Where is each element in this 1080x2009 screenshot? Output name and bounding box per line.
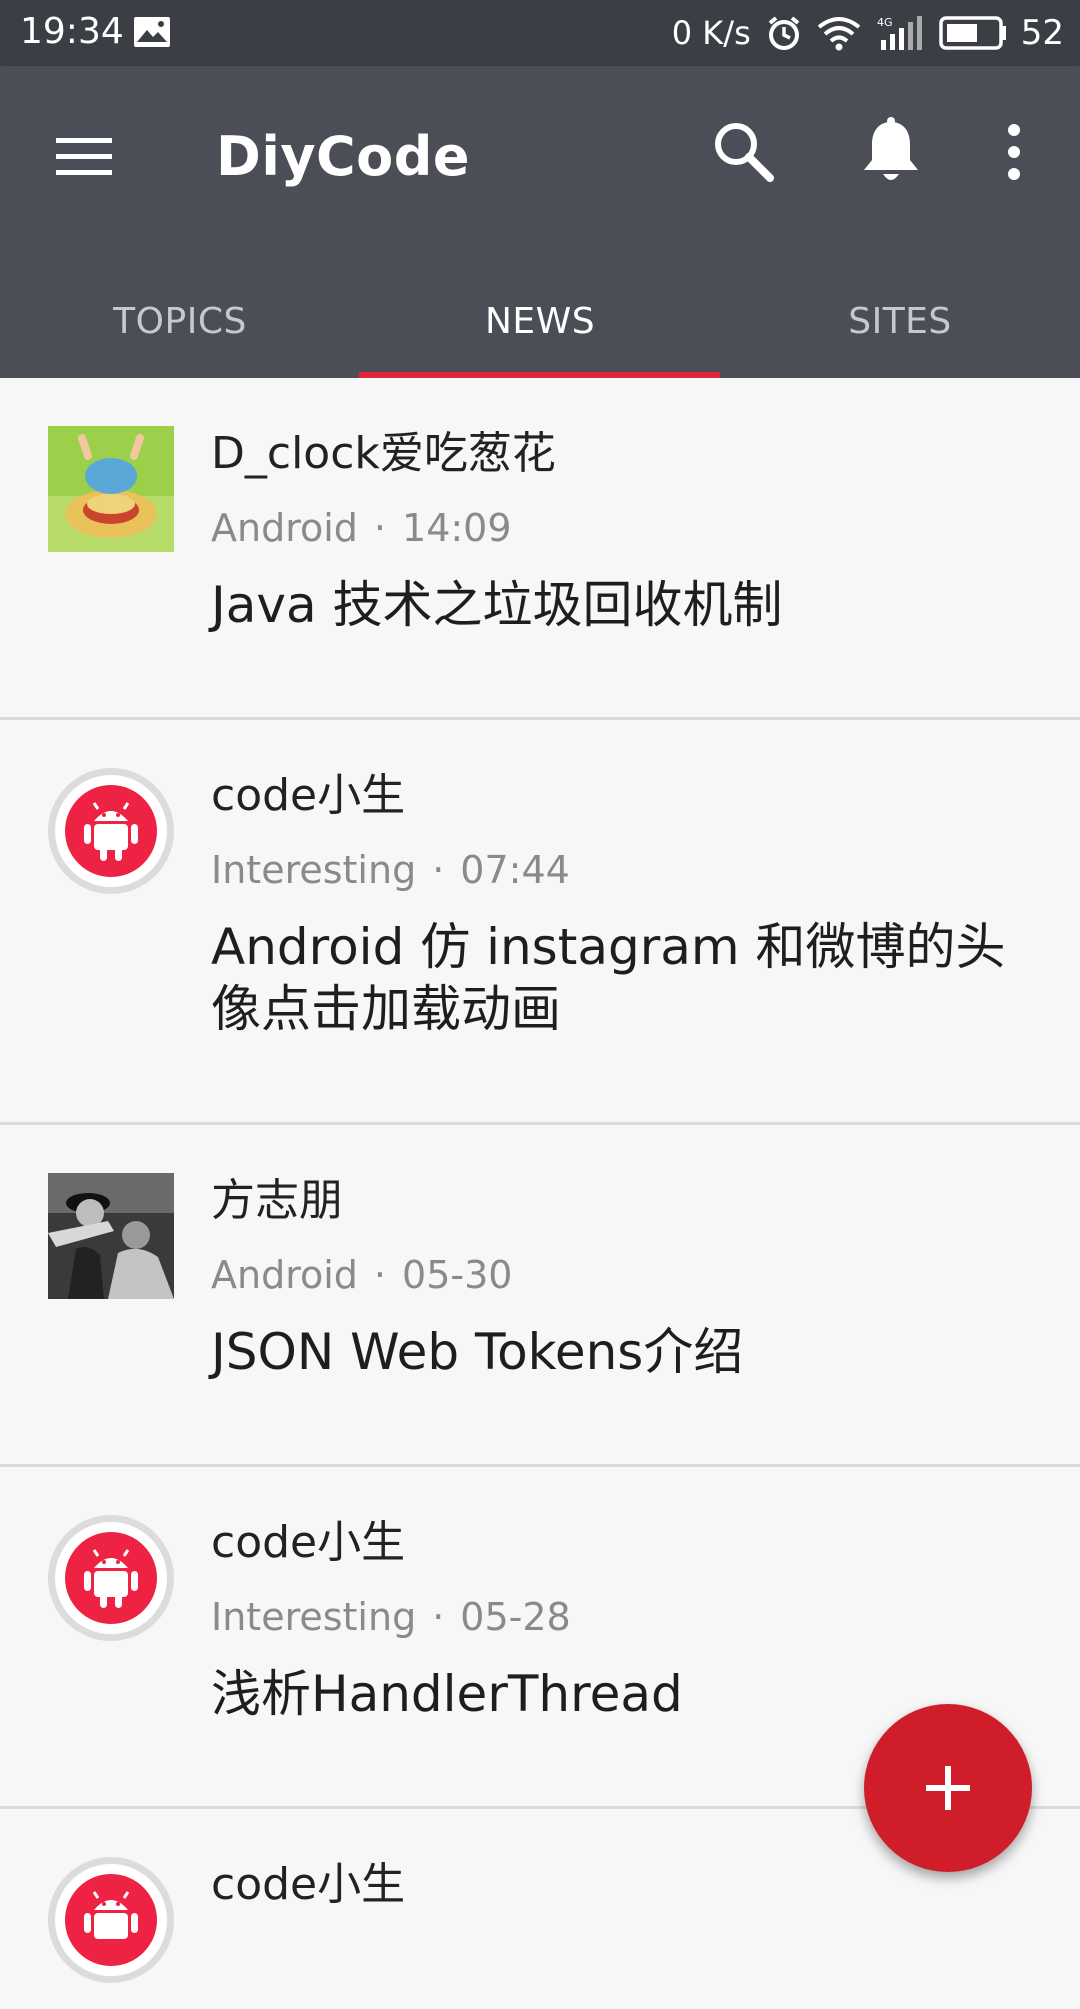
- list-item[interactable]: code小生 Interesting · 07:44 Android 仿 insta…: [0, 720, 1080, 1125]
- avatar[interactable]: [48, 768, 174, 894]
- tab-sites[interactable]: SITES: [720, 266, 1080, 378]
- news-meta: Interesting · 05-28: [211, 1593, 1040, 1641]
- separator-dot: ·: [432, 848, 445, 892]
- signal-4g-icon: 4G: [877, 16, 922, 50]
- node-label[interactable]: Android: [211, 506, 358, 550]
- svg-text:4G: 4G: [877, 16, 893, 29]
- network-speed: 0 K/s: [671, 14, 751, 52]
- add-icon: [926, 1766, 970, 1810]
- news-content: D_clock爱吃葱花 Android · 14:09 Java 技术之垃圾回收机制: [211, 378, 1080, 684]
- author-name[interactable]: 方志朋: [211, 1173, 1040, 1229]
- tab-news[interactable]: NEWS: [360, 266, 720, 378]
- separator-dot: ·: [373, 1253, 387, 1297]
- news-meta: Android · 14:09: [211, 504, 1040, 552]
- avatar[interactable]: [48, 1173, 174, 1299]
- news-title[interactable]: Android 仿 instagram 和微博的头像点击加载动画: [211, 916, 1040, 1040]
- battery-icon: [938, 16, 1006, 50]
- post-time: 07:44: [460, 848, 570, 892]
- post-time: 05-30: [402, 1253, 513, 1297]
- image-icon: [134, 17, 170, 47]
- avatar[interactable]: [48, 1857, 174, 1983]
- news-content: 方志朋 Android · 05-30 JSON Web Tokens介绍: [211, 1125, 1080, 1431]
- tab-topics[interactable]: TOPICS: [0, 266, 360, 378]
- author-name[interactable]: D_clock爱吃葱花: [211, 426, 1040, 482]
- menu-icon[interactable]: [50, 126, 120, 186]
- app-title: DiyCode: [216, 125, 471, 188]
- list-item[interactable]: D_clock爱吃葱花 Android · 14:09 Java 技术之垃圾回收机制: [0, 378, 1080, 720]
- more-vert-icon[interactable]: [990, 116, 1038, 188]
- news-title[interactable]: Java 技术之垃圾回收机制: [211, 574, 1040, 636]
- post-time: 05-28: [460, 1595, 571, 1639]
- node-label[interactable]: Interesting: [211, 1595, 416, 1639]
- avatar[interactable]: [48, 1515, 174, 1641]
- separator-dot: ·: [432, 1595, 445, 1639]
- news-title[interactable]: JSON Web Tokens介绍: [211, 1321, 1040, 1383]
- author-name[interactable]: code小生: [211, 768, 1040, 824]
- news-meta: Android · 05-30: [211, 1251, 1040, 1299]
- add-button[interactable]: [864, 1704, 1032, 1872]
- status-time: 19:34: [20, 11, 124, 52]
- app-bar: DiyCode TOPICS NEWS SITES: [0, 66, 1080, 378]
- notification-bell-icon[interactable]: [858, 116, 924, 188]
- android-icon: [84, 802, 138, 861]
- news-meta: Interesting · 07:44: [211, 846, 1040, 894]
- tab-bar: TOPICS NEWS SITES: [0, 266, 1080, 378]
- alarm-icon: [768, 16, 800, 50]
- android-icon: [84, 1891, 138, 1939]
- status-bar: 19:34 0 K/s 4G 52: [0, 0, 1080, 66]
- avatar[interactable]: [48, 426, 174, 552]
- wifi-icon: [817, 17, 860, 51]
- list-item[interactable]: 方志朋 Android · 05-30 JSON Web Tokens介绍: [0, 1125, 1080, 1467]
- node-label[interactable]: Android: [211, 1253, 358, 1297]
- search-icon[interactable]: [710, 118, 776, 184]
- post-time: 14:09: [402, 506, 512, 550]
- android-icon: [84, 1549, 138, 1608]
- author-name[interactable]: code小生: [211, 1515, 1040, 1571]
- news-content: code小生 Interesting · 07:44 Android 仿 insta…: [211, 720, 1080, 1088]
- battery-level: 52: [1020, 13, 1064, 53]
- separator-dot: ·: [373, 506, 387, 550]
- node-label[interactable]: Interesting: [211, 848, 416, 892]
